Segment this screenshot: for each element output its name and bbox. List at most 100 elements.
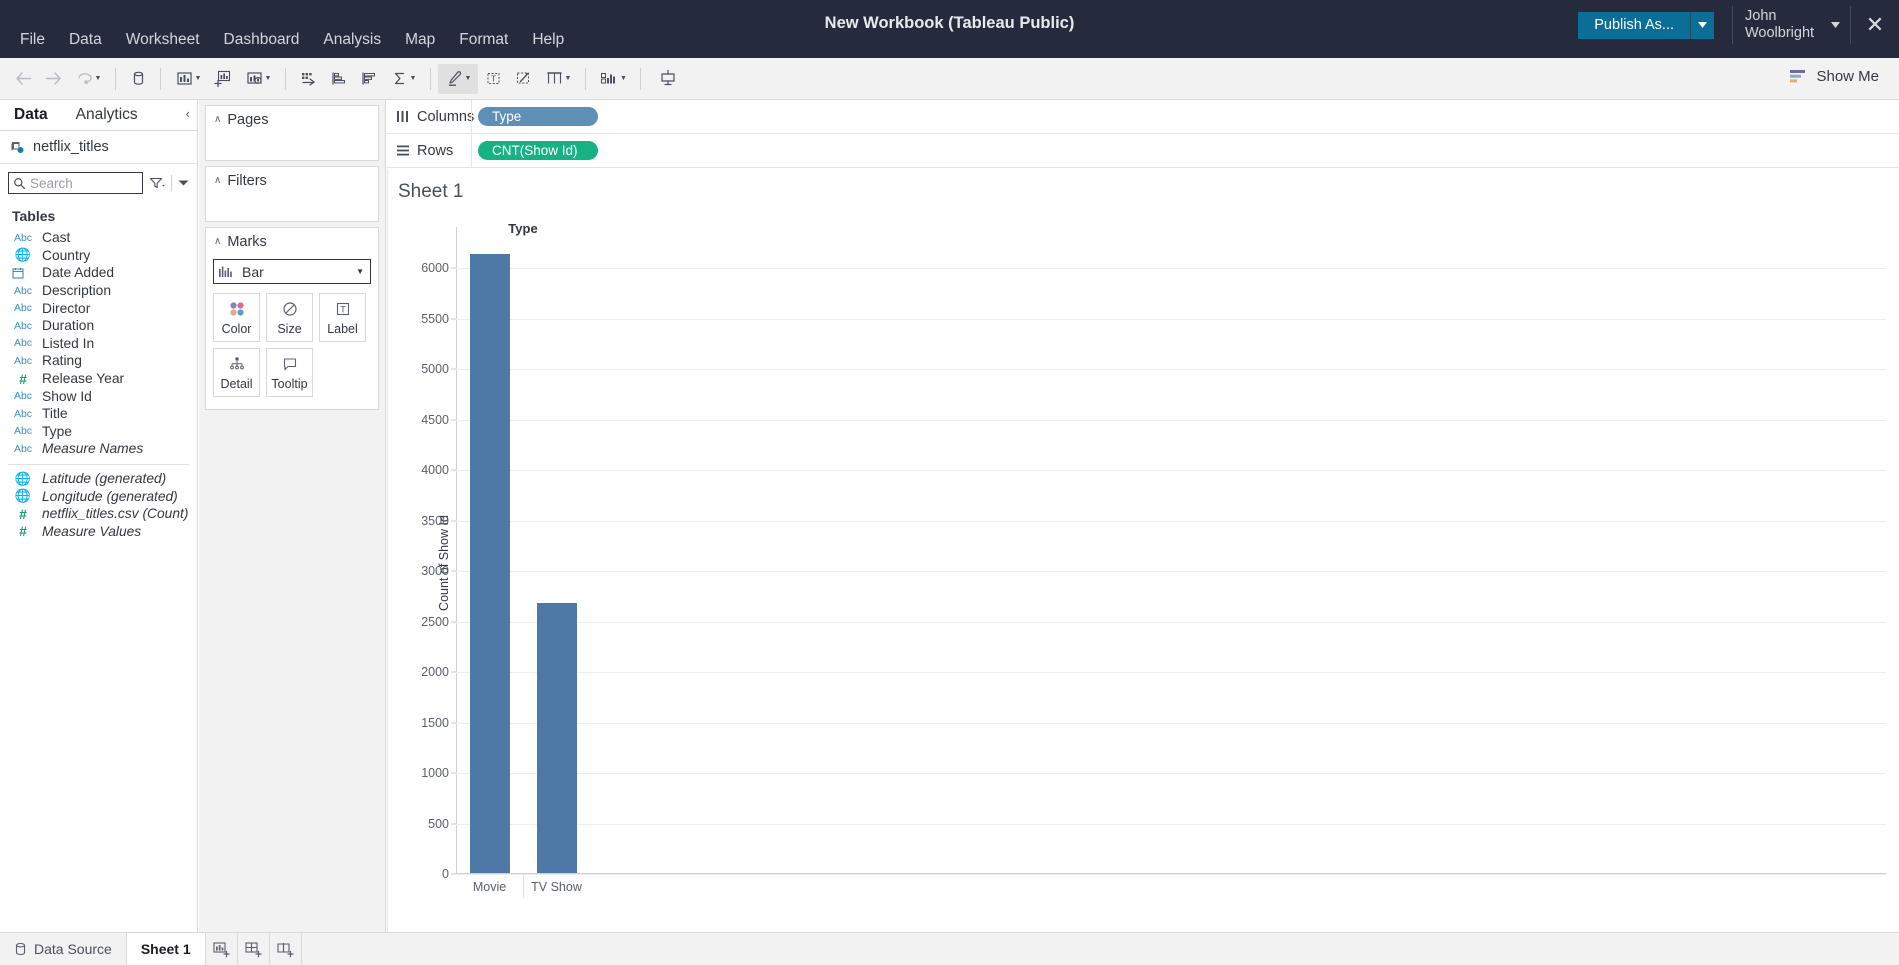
pill-type[interactable]: Type — [478, 107, 598, 126]
field-show-id[interactable]: Abc Show Id — [0, 387, 197, 405]
x-tick-label[interactable]: Movie — [473, 880, 506, 894]
field-longitude-generated[interactable]: 🌐 Longitude (generated) — [0, 487, 197, 505]
field-measure-names[interactable]: Abc Measure Names — [0, 440, 197, 458]
new-data-source-icon[interactable]: ▼ — [168, 64, 208, 94]
pill-cnt-show-id[interactable]: CNT(Show Id) — [478, 141, 598, 160]
new-dashboard-button[interactable] — [238, 933, 270, 965]
field-duration[interactable]: Abc Duration — [0, 317, 197, 335]
columns-drop-zone[interactable]: Type — [471, 100, 1899, 133]
back-icon[interactable] — [8, 64, 38, 94]
menu-dashboard[interactable]: Dashboard — [212, 28, 312, 52]
field-type[interactable]: Abc Type — [0, 423, 197, 441]
field-latitude-generated[interactable]: 🌐 Latitude (generated) — [0, 470, 197, 488]
measure-field-list: 🌐 Latitude (generated) 🌐 Longitude (gene… — [0, 470, 197, 540]
collapse-pane-icon[interactable]: ‹ — [186, 106, 190, 121]
search-icon — [13, 177, 26, 190]
pages-drop-zone[interactable] — [206, 133, 378, 160]
sheet-tab-sheet1[interactable]: Sheet 1 — [126, 933, 206, 965]
gridline — [456, 672, 1886, 674]
duplicate-sheet-icon[interactable]: ▼ — [238, 64, 278, 94]
search-box[interactable] — [8, 172, 143, 194]
marks-tooltip-button[interactable]: Tooltip — [266, 348, 313, 397]
format-icon[interactable] — [508, 64, 538, 94]
rows-shelf: Rows CNT(Show Id) — [387, 134, 1899, 168]
bar-mark-icon — [218, 265, 235, 278]
labels-icon[interactable]: T — [478, 64, 508, 94]
show-me-button[interactable]: Show Me — [1783, 64, 1885, 89]
measures-divider — [8, 463, 189, 465]
bar-mark[interactable] — [469, 254, 510, 873]
new-worksheet-icon[interactable] — [208, 64, 238, 94]
field-netflix-titles-count[interactable]: # netflix_titles.csv (Count) — [0, 505, 197, 523]
field-rating[interactable]: Abc Rating — [0, 352, 197, 370]
abc-text-icon: Abc — [13, 302, 33, 315]
fit-icon[interactable]: ▼ — [593, 64, 633, 94]
tab-data[interactable]: Data — [0, 102, 62, 130]
data-source-item[interactable]: netflix_titles — [0, 131, 197, 164]
menu-bar: File Data Worksheet Dashboard Analysis M… — [0, 26, 576, 54]
marks-color-button[interactable]: Color — [213, 293, 260, 342]
pages-card-header[interactable]: ∧ Pages — [206, 106, 378, 133]
field-label: Release Year — [42, 371, 125, 387]
gridline — [456, 419, 1886, 421]
bar-mark[interactable] — [536, 602, 577, 873]
highlight-icon[interactable]: ▼ — [438, 63, 478, 94]
swap-rows-cols-icon[interactable] — [293, 64, 323, 94]
menu-data[interactable]: Data — [57, 28, 114, 52]
publish-dropdown-arrow-icon[interactable] — [1690, 11, 1714, 39]
field-date-added[interactable]: Date Added — [0, 264, 197, 282]
totals-icon[interactable]: ▼ — [383, 64, 423, 94]
chevron-down-icon: ▼ — [620, 75, 627, 82]
field-release-year[interactable]: # Release Year — [0, 370, 197, 388]
field-title[interactable]: Abc Title — [0, 405, 197, 423]
filter-fields-icon[interactable] — [149, 176, 165, 190]
field-measure-values[interactable]: # Measure Values — [0, 523, 197, 541]
menu-format[interactable]: Format — [447, 28, 520, 52]
y-tick-mark — [451, 368, 456, 370]
cards-icon[interactable]: ▼ — [538, 64, 578, 94]
new-worksheet-button[interactable] — [206, 933, 238, 965]
presentation-icon[interactable] — [648, 64, 688, 94]
tab-analytics[interactable]: Analytics — [62, 102, 152, 130]
marks-label-button[interactable]: T Label — [319, 293, 366, 342]
close-icon[interactable]: ✕ — [1851, 3, 1899, 47]
data-source-tab[interactable]: Data Source — [0, 933, 127, 965]
field-label: Cast — [42, 230, 71, 246]
save-icon[interactable] — [123, 64, 153, 94]
rows-drop-zone[interactable]: CNT(Show Id) — [471, 134, 1899, 167]
menu-help[interactable]: Help — [520, 28, 576, 52]
undo-redo-icon[interactable]: ▼ — [68, 64, 108, 94]
forward-icon[interactable] — [38, 64, 68, 94]
toolbar: ▼ ▼ ▼ ▼ ▼ T ▼ ▼ Show Me — [0, 58, 1899, 100]
sort-descending-icon[interactable] — [353, 64, 383, 94]
field-label: Latitude (generated) — [42, 471, 167, 487]
menu-map[interactable]: Map — [393, 28, 447, 52]
filters-drop-zone[interactable] — [206, 194, 378, 221]
abc-text-icon: Abc — [13, 231, 33, 244]
field-cast[interactable]: Abc Cast — [0, 229, 197, 247]
marks-detail-button[interactable]: Detail — [213, 348, 260, 397]
columns-icon — [396, 110, 410, 123]
y-tick-label: 3500 — [421, 513, 449, 528]
mark-type-selector[interactable]: Bar ▼ — [213, 259, 371, 284]
search-input[interactable] — [30, 175, 138, 191]
y-axis-line — [456, 227, 457, 874]
field-label: Rating — [42, 353, 82, 369]
gridline — [456, 520, 1886, 522]
marks-card-header[interactable]: ∧ Marks — [206, 228, 378, 255]
field-country[interactable]: 🌐 Country — [0, 247, 197, 265]
sort-ascending-icon[interactable] — [323, 64, 353, 94]
menu-analysis[interactable]: Analysis — [311, 28, 393, 52]
x-tick-label[interactable]: TV Show — [531, 880, 582, 894]
field-listed-in[interactable]: Abc Listed In — [0, 335, 197, 353]
new-story-button[interactable] — [270, 933, 302, 965]
marks-size-button[interactable]: Size — [266, 293, 313, 342]
menu-worksheet[interactable]: Worksheet — [114, 28, 212, 52]
user-account-menu[interactable]: John Woolbright — [1732, 6, 1851, 44]
filters-card-header[interactable]: ∧ Filters — [206, 167, 378, 194]
menu-file[interactable]: File — [8, 28, 57, 52]
data-pane-options-icon[interactable] — [178, 179, 189, 187]
field-director[interactable]: Abc Director — [0, 299, 197, 317]
field-description[interactable]: Abc Description — [0, 282, 197, 300]
publish-as-button[interactable]: Publish As... — [1578, 11, 1690, 39]
